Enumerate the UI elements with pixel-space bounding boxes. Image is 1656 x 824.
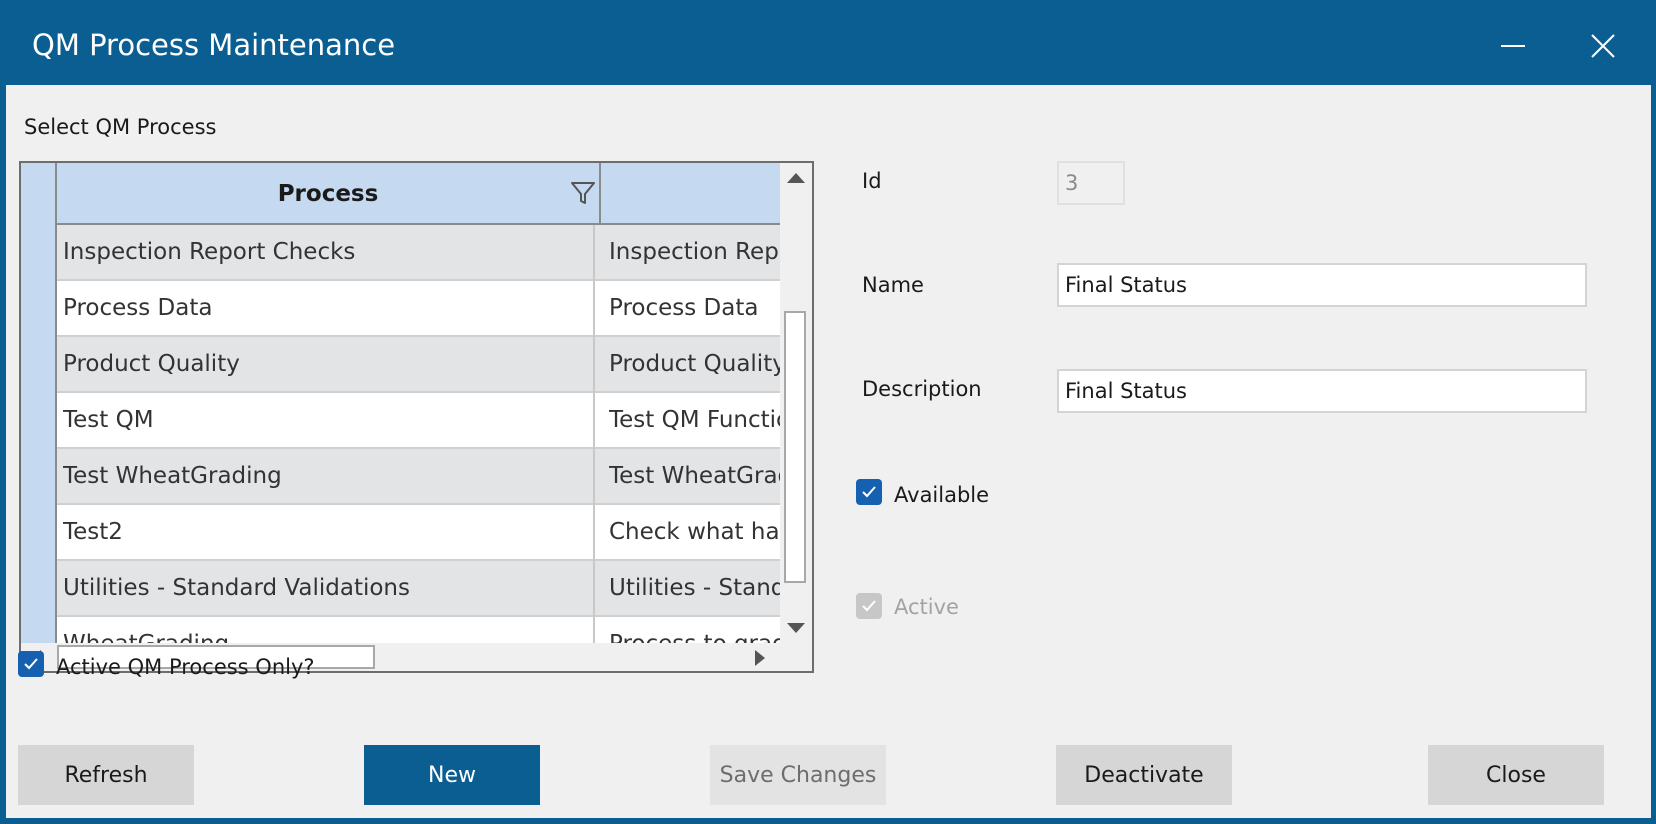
table-row[interactable]: Test2 Check what hap xyxy=(21,505,780,561)
row-selector[interactable] xyxy=(21,561,57,617)
cell-description: Test QM Functic xyxy=(609,407,780,433)
row-selector-header[interactable] xyxy=(21,163,57,225)
close-button[interactable]: Close xyxy=(1428,745,1604,805)
checkmark-icon xyxy=(24,658,38,670)
column-header-process[interactable]: Process xyxy=(57,163,601,225)
vertical-scroll-thumb[interactable] xyxy=(784,311,806,583)
cell-description: Utilities - Standa xyxy=(609,575,780,601)
deactivate-button[interactable]: Deactivate xyxy=(1056,745,1232,805)
cell-process: Product Quality xyxy=(63,337,595,393)
cell-description: Check what hap xyxy=(609,519,780,545)
active-only-label: Active QM Process Only? xyxy=(56,655,315,679)
active-label: Active xyxy=(894,595,959,619)
cell-process: Inspection Report Checks xyxy=(63,225,595,281)
table-row[interactable]: Test QM Test QM Functic xyxy=(21,393,780,449)
available-checkbox[interactable] xyxy=(856,479,882,505)
row-selector[interactable] xyxy=(21,281,57,337)
cell-process: Utilities - Standard Validations xyxy=(63,561,595,617)
qm-process-maintenance-window: QM Process Maintenance Select QM Process… xyxy=(0,0,1656,824)
row-selector[interactable] xyxy=(21,225,57,281)
description-label: Description xyxy=(862,377,982,401)
row-selector[interactable] xyxy=(21,337,57,393)
row-selector[interactable] xyxy=(21,617,57,643)
cell-process: Test WheatGrading xyxy=(63,449,595,505)
active-only-checkbox[interactable] xyxy=(18,651,44,677)
refresh-button[interactable]: Refresh xyxy=(18,745,194,805)
window-title: QM Process Maintenance xyxy=(32,28,396,62)
table-row[interactable]: Inspection Report Checks Inspection Repo xyxy=(21,225,780,281)
title-bar[interactable]: QM Process Maintenance xyxy=(0,0,1656,85)
row-selector[interactable] xyxy=(21,393,57,449)
row-selector[interactable] xyxy=(21,449,57,505)
column-header-process-label: Process xyxy=(277,181,379,207)
cell-description: Process to grade xyxy=(609,617,780,643)
new-button[interactable]: New xyxy=(364,745,540,805)
cell-description: Inspection Repo xyxy=(609,239,780,265)
table-row[interactable]: Utilities - Standard Validations Utiliti… xyxy=(21,561,780,617)
active-checkbox xyxy=(856,593,882,619)
scroll-up-arrow-icon[interactable] xyxy=(786,171,806,185)
description-field[interactable]: Final Status xyxy=(1057,369,1587,413)
table-row[interactable]: Test WheatGrading Test WheatGradi xyxy=(21,449,780,505)
cell-process: Test QM xyxy=(63,393,595,449)
column-header-description[interactable] xyxy=(601,163,780,225)
checkmark-icon xyxy=(862,600,876,612)
minimize-icon[interactable] xyxy=(1493,26,1533,66)
cell-process: WheatGrading xyxy=(63,617,595,643)
scroll-right-arrow-icon[interactable] xyxy=(753,649,767,667)
close-icon[interactable] xyxy=(1583,26,1623,66)
row-selector[interactable] xyxy=(21,505,57,561)
vertical-scrollbar[interactable] xyxy=(780,163,812,643)
scroll-down-arrow-icon[interactable] xyxy=(786,621,806,635)
grid-header: Process xyxy=(21,163,780,225)
checkmark-icon xyxy=(862,486,876,498)
process-grid[interactable]: Process Inspection Report Checks Inspect… xyxy=(19,161,814,673)
table-row[interactable]: Process Data Process Data xyxy=(21,281,780,337)
id-label: Id xyxy=(862,169,882,193)
id-field: 3 xyxy=(1057,161,1125,205)
save-changes-button: Save Changes xyxy=(710,745,886,805)
cell-description: Test WheatGradi xyxy=(609,463,780,489)
table-row[interactable]: WheatGrading Process to grade xyxy=(21,617,780,643)
scrollbar-corner xyxy=(780,643,812,671)
table-row[interactable]: Product Quality Product Quality xyxy=(21,337,780,393)
name-field[interactable]: Final Status xyxy=(1057,263,1587,307)
select-process-label: Select QM Process xyxy=(24,115,217,139)
cell-description: Product Quality xyxy=(609,351,780,377)
dialog-client-area: Select QM Process Process Inspection Rep… xyxy=(6,85,1651,818)
filter-icon[interactable] xyxy=(569,179,597,207)
cell-process: Test2 xyxy=(63,505,595,561)
grid-viewport: Process Inspection Report Checks Inspect… xyxy=(21,163,780,643)
cell-process: Process Data xyxy=(63,281,595,337)
available-label: Available xyxy=(894,483,990,507)
name-label: Name xyxy=(862,273,924,297)
cell-description: Process Data xyxy=(609,295,759,321)
